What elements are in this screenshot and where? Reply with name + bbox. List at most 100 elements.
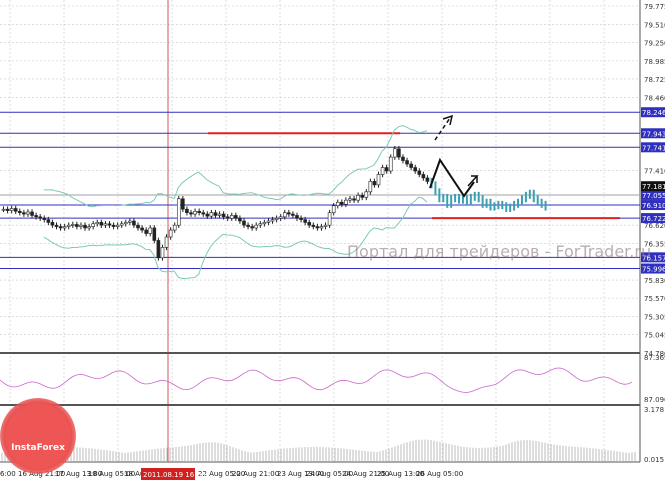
candle [50, 222, 55, 226]
candle [164, 236, 169, 248]
candle [246, 224, 250, 227]
candle [87, 226, 91, 229]
candle [307, 222, 312, 226]
candle [91, 223, 95, 227]
candle [58, 226, 63, 229]
candle [242, 220, 246, 226]
candle [46, 219, 51, 223]
candle [266, 220, 271, 223]
candle [132, 220, 136, 226]
chart-canvas: 79.775 79.510 79.250 78.985 78.725 78.460 77.4… [0, 0, 665, 480]
price-tick-label: 78.725 [644, 76, 665, 84]
candle [384, 167, 389, 172]
price-tick-label: 75.045 [644, 332, 665, 340]
candle [213, 212, 218, 216]
candle [144, 229, 148, 234]
price-tick-label: 75.830 [644, 277, 665, 285]
candle [83, 224, 87, 229]
candle [168, 229, 173, 238]
candle [274, 217, 279, 220]
candle [189, 212, 193, 215]
candle [136, 224, 140, 229]
cursor-time-label: 2011.08.19 16:00 [143, 471, 205, 479]
candle [327, 212, 332, 226]
price-tick-label: 77.410 [644, 167, 665, 175]
candle [5, 208, 10, 211]
candle [66, 224, 71, 227]
candle [140, 227, 144, 231]
time-tick-label: 6:00 [0, 470, 16, 478]
candle [405, 160, 409, 165]
dashed-breakout-line [434, 117, 451, 141]
candle [331, 205, 336, 213]
candle [388, 156, 393, 172]
logo-text: InstaForex [11, 443, 65, 453]
bollinger-lower [43, 196, 428, 280]
price-tick-label: 78.985 [644, 58, 665, 66]
level-price-label: 76.722 [642, 215, 665, 223]
candle [103, 223, 108, 226]
candle [372, 181, 377, 186]
zigzag-path [429, 157, 475, 198]
candle [401, 156, 405, 161]
price-tick-label: 79.775 [644, 3, 665, 11]
candle [34, 215, 38, 218]
candle [344, 199, 348, 205]
candle [176, 198, 181, 226]
candle [123, 222, 128, 225]
candle [148, 227, 153, 234]
candle [278, 216, 283, 219]
candle [421, 174, 426, 179]
candle [364, 191, 369, 198]
candle [107, 223, 112, 226]
candle [115, 224, 120, 227]
candle [397, 148, 401, 158]
candle [225, 216, 230, 219]
level-price-label: 77.943 [642, 130, 665, 138]
candle [18, 210, 22, 213]
candle [62, 226, 67, 229]
candle [299, 217, 303, 220]
candle [13, 208, 18, 212]
candle [205, 213, 210, 217]
trading-chart: 79.775 79.510 79.250 78.985 78.725 78.460 77.4… [0, 0, 665, 482]
candle [26, 211, 30, 215]
candle [413, 167, 417, 172]
candle [1, 208, 6, 211]
candle [197, 210, 201, 213]
candle [340, 201, 344, 205]
candle [287, 212, 291, 215]
price-tick-label: 75.305 [644, 314, 665, 322]
candle [352, 198, 356, 201]
candle [75, 224, 79, 227]
oscillator-top-label: 87.369 [644, 354, 665, 362]
candle [111, 224, 116, 227]
price-tick-label: 75.570 [644, 295, 665, 303]
candle [185, 208, 189, 213]
candle [303, 219, 307, 223]
candle [425, 177, 430, 182]
candle [323, 224, 328, 227]
price-tick-label: 78.460 [644, 94, 665, 102]
level-price-label: 77.055 [642, 192, 665, 200]
candle [22, 212, 26, 215]
time-tick-label: 22 Aug 21:00 [232, 470, 279, 478]
candle [181, 198, 185, 210]
time-tick-label: 26 Aug 05:00 [416, 470, 463, 478]
candle [152, 227, 157, 241]
candle [119, 223, 124, 226]
candle [291, 213, 295, 216]
candle [156, 240, 161, 259]
candle [209, 212, 214, 217]
candle [128, 220, 132, 223]
candle [258, 223, 263, 226]
volume-bottom-label: 0.015 [644, 456, 664, 464]
candle [270, 219, 275, 222]
candle [238, 217, 242, 222]
watermark: Портал для трейдеров - ForTrader.ru [347, 242, 652, 261]
volume-top-label: 3.178 [644, 406, 664, 414]
candle [360, 195, 365, 198]
instaforex-logo: InstaForex [0, 398, 76, 474]
candle [30, 211, 34, 216]
candle [295, 215, 299, 219]
